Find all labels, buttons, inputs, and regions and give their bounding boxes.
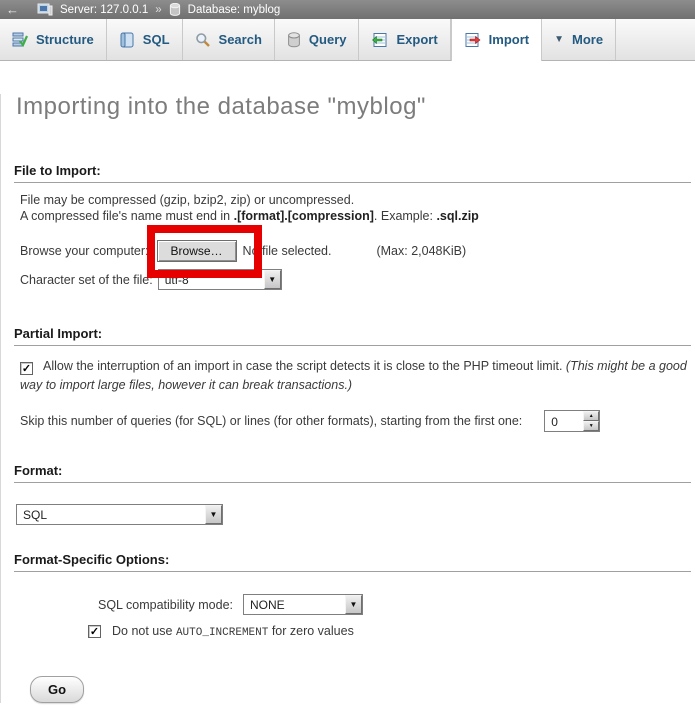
sql-compatibility-label: SQL compatibility mode:: [98, 598, 233, 612]
query-icon: [287, 32, 301, 48]
auto-increment-code: AUTO_INCREMENT: [176, 627, 268, 639]
tab-label: Export: [396, 32, 437, 47]
sql-compatibility-row: SQL compatibility mode: NONE ▼: [98, 594, 691, 615]
help-line2-format: .[format].[compression]: [234, 209, 374, 223]
back-arrow-icon[interactable]: ←: [6, 2, 30, 17]
tab-search[interactable]: Search: [183, 19, 275, 60]
database-icon: [169, 3, 181, 16]
tab-structure[interactable]: Structure: [0, 19, 107, 60]
section-title-format-specific: Format-Specific Options:: [14, 552, 691, 572]
tab-import[interactable]: Import: [451, 19, 542, 61]
tab-label: Import: [489, 32, 529, 47]
section-title-partial-import: Partial Import:: [14, 326, 691, 346]
skip-queries-value: 0: [545, 411, 583, 431]
tab-query[interactable]: Query: [275, 19, 360, 60]
tab-label: SQL: [143, 32, 170, 47]
spinner-up-icon[interactable]: ▲: [583, 411, 599, 421]
format-select[interactable]: SQL ▼: [16, 504, 223, 525]
max-size-text: (Max: 2,048KiB): [376, 244, 466, 258]
dropdown-arrow-icon[interactable]: ▼: [264, 270, 281, 289]
tab-more[interactable]: ▼ More: [542, 19, 616, 60]
tab-export[interactable]: Export: [359, 19, 450, 60]
dropdown-arrow-icon[interactable]: ▼: [205, 505, 222, 524]
format-select-value: SQL: [17, 505, 205, 524]
zero-values-text: Do not use AUTO_INCREMENT for zero value…: [112, 624, 354, 639]
tab-label: Query: [309, 32, 347, 47]
zero-values-row: ✓ Do not use AUTO_INCREMENT for zero val…: [88, 624, 691, 639]
help-line2-mid: . Example:: [374, 209, 437, 223]
skip-queries-row: Skip this number of queries (for SQL) or…: [20, 410, 691, 432]
go-row: Go: [30, 676, 691, 703]
skip-queries-label: Skip this number of queries (for SQL) or…: [20, 414, 522, 428]
allow-interruption-text: Allow the interruption of an import in c…: [43, 359, 566, 373]
no-file-selected-text: No file selected.: [243, 244, 332, 258]
spinner-down-icon[interactable]: ▼: [583, 421, 599, 431]
sql-compatibility-value: NONE: [244, 595, 345, 614]
page-title: Importing into the database "myblog": [16, 94, 691, 120]
server-icon: [37, 3, 53, 16]
section-title-file-to-import: File to Import:: [14, 163, 691, 183]
breadcrumb-database[interactable]: Database: myblog: [188, 4, 281, 16]
sql-compatibility-select[interactable]: NONE ▼: [243, 594, 363, 615]
page-content: Importing into the database "myblog" Fil…: [0, 94, 695, 703]
structure-icon: [12, 32, 28, 48]
tab-bar: Structure SQL Search Query Export: [0, 19, 695, 61]
browse-button[interactable]: Browse…: [157, 240, 237, 262]
format-row: SQL ▼: [16, 504, 691, 525]
browse-label: Browse your computer:: [20, 244, 149, 258]
import-icon: [464, 32, 481, 48]
help-line2-prefix: A compressed file's name must end in: [20, 209, 234, 223]
charset-select-value: utf-8: [159, 270, 264, 289]
help-line1: File may be compressed (gzip, bzip2, zip…: [20, 193, 354, 207]
skip-queries-input[interactable]: 0 ▲ ▼: [544, 410, 600, 432]
tab-sql[interactable]: SQL: [107, 19, 183, 60]
zero-values-checkbox[interactable]: ✓: [88, 625, 101, 638]
export-icon: [371, 32, 388, 48]
tab-label: More: [572, 32, 603, 47]
allow-interruption-row: ✓ Allow the interruption of an import in …: [20, 357, 691, 395]
search-icon: [195, 32, 211, 48]
charset-row: Character set of the file: utf-8 ▼: [20, 269, 691, 290]
browse-row: Browse your computer: Browse… No file se…: [20, 240, 691, 262]
allow-interruption-checkbox[interactable]: ✓: [20, 362, 33, 375]
charset-select[interactable]: utf-8 ▼: [158, 269, 282, 290]
tab-label: Structure: [36, 32, 94, 47]
charset-label: Character set of the file:: [20, 273, 153, 287]
breadcrumb-separator: »: [155, 4, 161, 16]
help-line2-example: .sql.zip: [436, 209, 478, 223]
section-title-format: Format:: [14, 463, 691, 483]
breadcrumb-bar: ← Server: 127.0.0.1 » Database: myblog: [0, 0, 695, 19]
chevron-down-icon: ▼: [554, 34, 564, 45]
dropdown-arrow-icon[interactable]: ▼: [345, 595, 362, 614]
sql-icon: [119, 32, 135, 48]
file-import-help: File may be compressed (gzip, bzip2, zip…: [20, 192, 691, 224]
go-button[interactable]: Go: [30, 676, 84, 703]
breadcrumb-server[interactable]: Server: 127.0.0.1: [60, 4, 148, 16]
tab-label: Search: [219, 32, 262, 47]
